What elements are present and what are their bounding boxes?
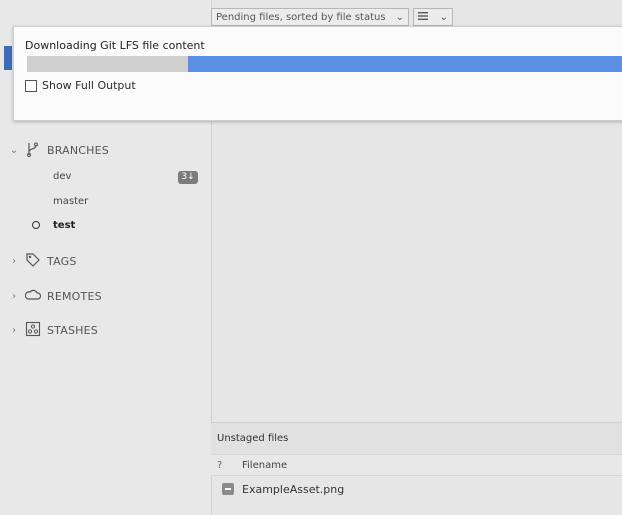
branch-name: test: [53, 220, 76, 231]
active-workspace-indicator: [4, 46, 12, 70]
remotes-label: REMOTES: [47, 290, 102, 303]
dialog-title: Downloading Git LFS file content: [25, 39, 205, 52]
current-branch-indicator-icon: [32, 221, 40, 229]
unstaged-files-title: Unstaged files: [217, 433, 289, 444]
show-full-output-label: Show Full Output: [42, 79, 136, 92]
show-full-output-checkbox[interactable]: [25, 79, 37, 92]
chevron-down-icon: ⌄: [439, 11, 448, 23]
branches-section-header[interactable]: ⌄ BRANCHES: [9, 141, 109, 160]
branch-item-dev[interactable]: dev: [53, 171, 71, 182]
tag-icon: [25, 252, 41, 271]
stashes-label: STASHES: [47, 324, 98, 337]
cloud-icon: [24, 287, 42, 306]
chevron-down-icon: ⌄: [9, 145, 19, 156]
chevron-down-icon: ⌄: [395, 11, 404, 23]
status-column-header[interactable]: ?: [217, 460, 222, 471]
file-row[interactable]: ExampleAsset.png: [211, 478, 622, 500]
branch-item-test[interactable]: test: [53, 220, 75, 231]
show-full-output-option[interactable]: Show Full Output: [25, 79, 136, 92]
progress-bar-fill: [188, 56, 622, 72]
unstaged-files-header: Unstaged files: [211, 422, 622, 455]
branch-item-master[interactable]: master: [53, 196, 88, 207]
lfs-download-progress-dialog: Downloading Git LFS file content Show Fu…: [13, 26, 622, 121]
file-list-column-header: ? Filename: [211, 455, 622, 476]
branches-label: BRANCHES: [47, 144, 109, 157]
file-name: ExampleAsset.png: [242, 483, 345, 496]
behind-count-badge: 3↓: [178, 171, 198, 184]
stash-icon: [25, 321, 41, 340]
tags-section-header[interactable]: › TAGS: [9, 252, 77, 271]
branch-name: dev: [53, 171, 72, 182]
branch-icon: [25, 141, 41, 160]
dropdown-label: Pending files, sorted by file status: [216, 11, 386, 23]
pending-files-sort-dropdown[interactable]: Pending files, sorted by file status ⌄: [211, 8, 409, 26]
list-view-icon: [418, 11, 428, 23]
chevron-right-icon: ›: [12, 325, 16, 336]
filename-column-header[interactable]: Filename: [242, 460, 287, 471]
removed-file-icon: [222, 483, 234, 495]
chevron-right-icon: ›: [12, 256, 16, 267]
file-view-controls: Pending files, sorted by file status ⌄ ⌄: [211, 8, 453, 28]
progress-bar: [27, 56, 622, 72]
stashes-section-header[interactable]: › STASHES: [9, 321, 98, 340]
tags-label: TAGS: [47, 255, 77, 268]
branch-name: master: [53, 196, 89, 207]
chevron-right-icon: ›: [12, 291, 16, 302]
remotes-section-header[interactable]: › REMOTES: [9, 287, 102, 306]
view-mode-dropdown[interactable]: ⌄: [413, 8, 453, 26]
